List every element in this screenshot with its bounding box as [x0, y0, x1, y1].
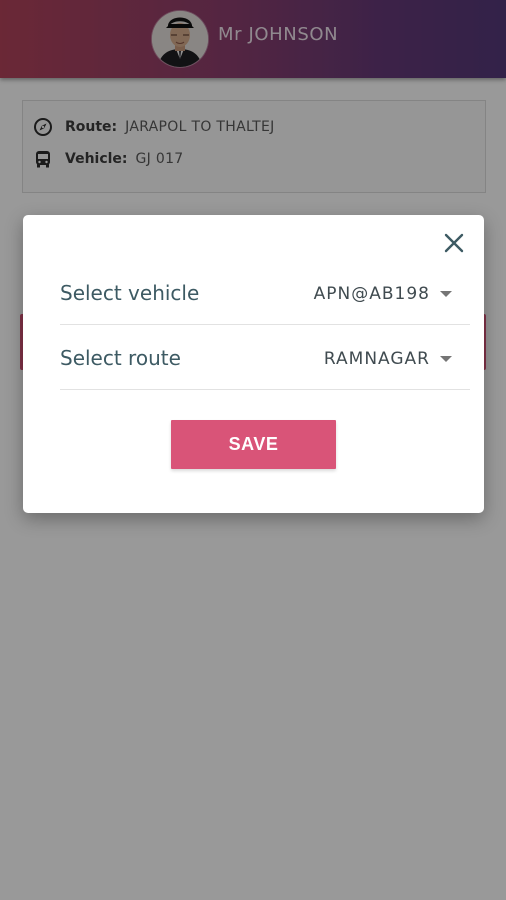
select-vehicle-label: Select vehicle — [60, 281, 200, 305]
route-field-row: Select route RAMNAGAR — [60, 326, 470, 390]
vehicle-dropdown-value: APN@AB198 — [313, 284, 430, 304]
vehicle-dropdown[interactable]: APN@AB198 — [314, 281, 452, 307]
select-vehicle-route-dialog: Select vehicle APN@AB198 Select route RA… — [23, 215, 484, 513]
save-button[interactable]: SAVE — [171, 420, 336, 469]
route-dropdown-value: RAMNAGAR — [323, 349, 430, 369]
route-dropdown[interactable]: RAMNAGAR — [324, 346, 452, 372]
select-route-label: Select route — [60, 346, 181, 370]
chevron-down-icon — [440, 291, 452, 297]
close-icon[interactable] — [442, 231, 466, 255]
chevron-down-icon — [440, 356, 452, 362]
vehicle-field-row: Select vehicle APN@AB198 — [60, 261, 470, 325]
